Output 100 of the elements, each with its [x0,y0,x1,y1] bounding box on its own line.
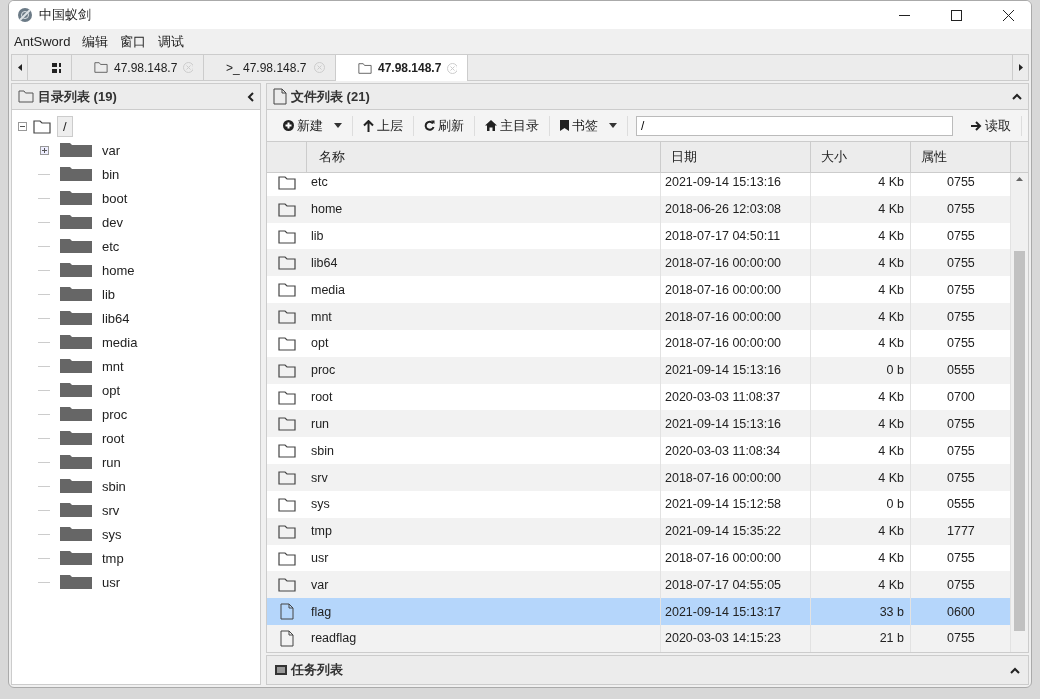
arrow-left-icon [17,64,22,71]
folder-icon [33,118,51,134]
read-button[interactable]: 读取 [961,115,1022,136]
menu-item[interactable]: 调试 [158,32,185,51]
collapse-icon[interactable] [18,121,27,131]
tree-node[interactable]: sbin [102,478,126,494]
tree-node[interactable]: bin [102,166,120,182]
tree-node[interactable]: tmp [102,550,124,566]
file-row[interactable]: run 2021-09-14 15:13:16 4 Kb 0755 [267,410,1011,438]
folder-icon [278,577,296,593]
file-icon [280,630,294,647]
tree-node[interactable]: run [102,454,121,470]
arrow-right-icon [971,120,982,131]
tree-line [38,389,50,391]
chevron-up-icon[interactable] [1012,93,1022,100]
folder-icon [278,309,296,325]
file-row[interactable]: proc 2021-09-14 15:13:16 0 b 0555 [267,356,1011,384]
table-cell: etc [307,173,661,196]
app-logo-icon [17,7,33,23]
folder-icon [60,431,92,445]
column-header[interactable]: 日期 [661,142,811,173]
table-cell: 21 b [811,625,911,652]
table-cell: 2018-07-16 00:00:00 [661,329,811,357]
path-field[interactable]: / [636,115,953,136]
arrow-up-icon [363,119,374,132]
folder-icon [60,287,92,301]
tab[interactable]: 47.98.148.7 [336,55,468,81]
expand-icon[interactable] [39,145,49,155]
chevron-up-icon[interactable] [1010,666,1020,674]
table-cell: 2018-07-16 00:00:00 [661,303,811,330]
tree-node[interactable]: lib [102,286,115,302]
collapse-icon[interactable] [247,91,254,102]
file-row[interactable]: srv 2018-07-16 00:00:00 4 Kb 0755 [267,464,1011,491]
scrollbar[interactable] [1011,173,1028,652]
toolbar-button[interactable]: 书签 [550,115,628,136]
tree-node[interactable]: sys [102,526,122,542]
folder-icon [60,239,92,253]
panel-title: 文件列表 (21) [291,87,371,106]
tree-line [38,221,50,223]
folder-icon [278,389,296,405]
tree-node[interactable]: root [102,430,125,446]
column-header[interactable]: 大小 [811,142,911,173]
tree-node[interactable]: var [102,142,121,158]
menu-item[interactable]: AntSword [14,34,71,49]
table-cell: 4 Kb [811,173,911,196]
file-row[interactable]: mnt 2018-07-16 00:00:00 4 Kb 0755 [267,303,1011,330]
table-cell: 4 Kb [811,517,911,545]
tab-label: 47.98.148.7 [114,60,178,75]
folder-icon [60,335,92,349]
table-cell: sys [307,490,661,518]
table-cell: 2021-09-14 15:12:58 [661,490,811,518]
folder-icon [60,575,92,589]
file-row[interactable]: flag 2021-09-14 15:13:17 33 b 0600 [267,598,1011,626]
file-row[interactable]: tmp 2021-09-14 15:35:22 4 Kb 1777 [267,517,1011,545]
tree-node[interactable]: dev [102,214,123,230]
tree-node[interactable]: usr [102,574,121,590]
tree-node[interactable]: boot [102,190,128,206]
table-cell: 2021-09-14 15:13:16 [661,356,811,384]
tab-label: 47.98.148.7 [378,61,442,75]
folder-icon [60,191,92,205]
tree-line [38,293,50,295]
caret-icon [609,123,617,128]
tree-node[interactable]: etc [102,238,120,254]
tree-node[interactable]: proc [102,406,128,422]
toolbar-button[interactable]: 上层 [353,115,414,136]
folder-icon [278,550,296,566]
menu-item[interactable]: 窗口 [120,32,147,51]
home-icon [485,120,497,131]
table-cell: opt [307,329,661,357]
menu-item[interactable]: 编辑 [82,32,109,51]
folder-icon [278,282,296,298]
tree-node[interactable]: opt [102,382,121,398]
folder-icon [60,263,92,277]
column-header[interactable]: 属性 [911,142,1011,173]
folder-icon [60,143,92,157]
tree-node[interactable]: home [102,262,135,278]
column-header[interactable]: 名称 [307,142,661,173]
scrollbar-thumb[interactable] [1014,251,1025,631]
tree-node[interactable]: lib64 [102,310,130,326]
file-row[interactable]: home 2018-06-26 12:03:08 4 Kb 0755 [267,195,1011,223]
folder-icon [278,255,296,271]
table-cell: 4 Kb [811,303,911,330]
folder-icon [278,496,296,512]
tree-node[interactable]: media [102,334,138,350]
file-icon [280,603,294,621]
toolbar-button[interactable]: 主目录 [475,115,550,136]
toolbar-button[interactable]: 刷新 [414,115,475,136]
file-row[interactable]: readflag 2020-03-03 14:15:23 21 b 0755 [267,625,1011,652]
file-row[interactable]: var 2018-07-17 04:55:05 4 Kb 0755 [267,571,1011,599]
folder-icon [60,215,92,229]
tree-node[interactable]: mnt [102,358,124,374]
window-title: 中国蚁剑 [39,6,92,24]
tree-node[interactable]: srv [102,502,120,518]
folder-icon [60,479,92,493]
tree-line [38,461,50,463]
toolbar-button[interactable]: 新建 [273,115,353,136]
folder-icon [278,335,296,351]
file-row[interactable]: lib64 2018-07-16 00:00:00 4 Kb 0755 [267,249,1011,277]
tree-node[interactable]: / [57,115,73,137]
tree-line [38,341,50,343]
